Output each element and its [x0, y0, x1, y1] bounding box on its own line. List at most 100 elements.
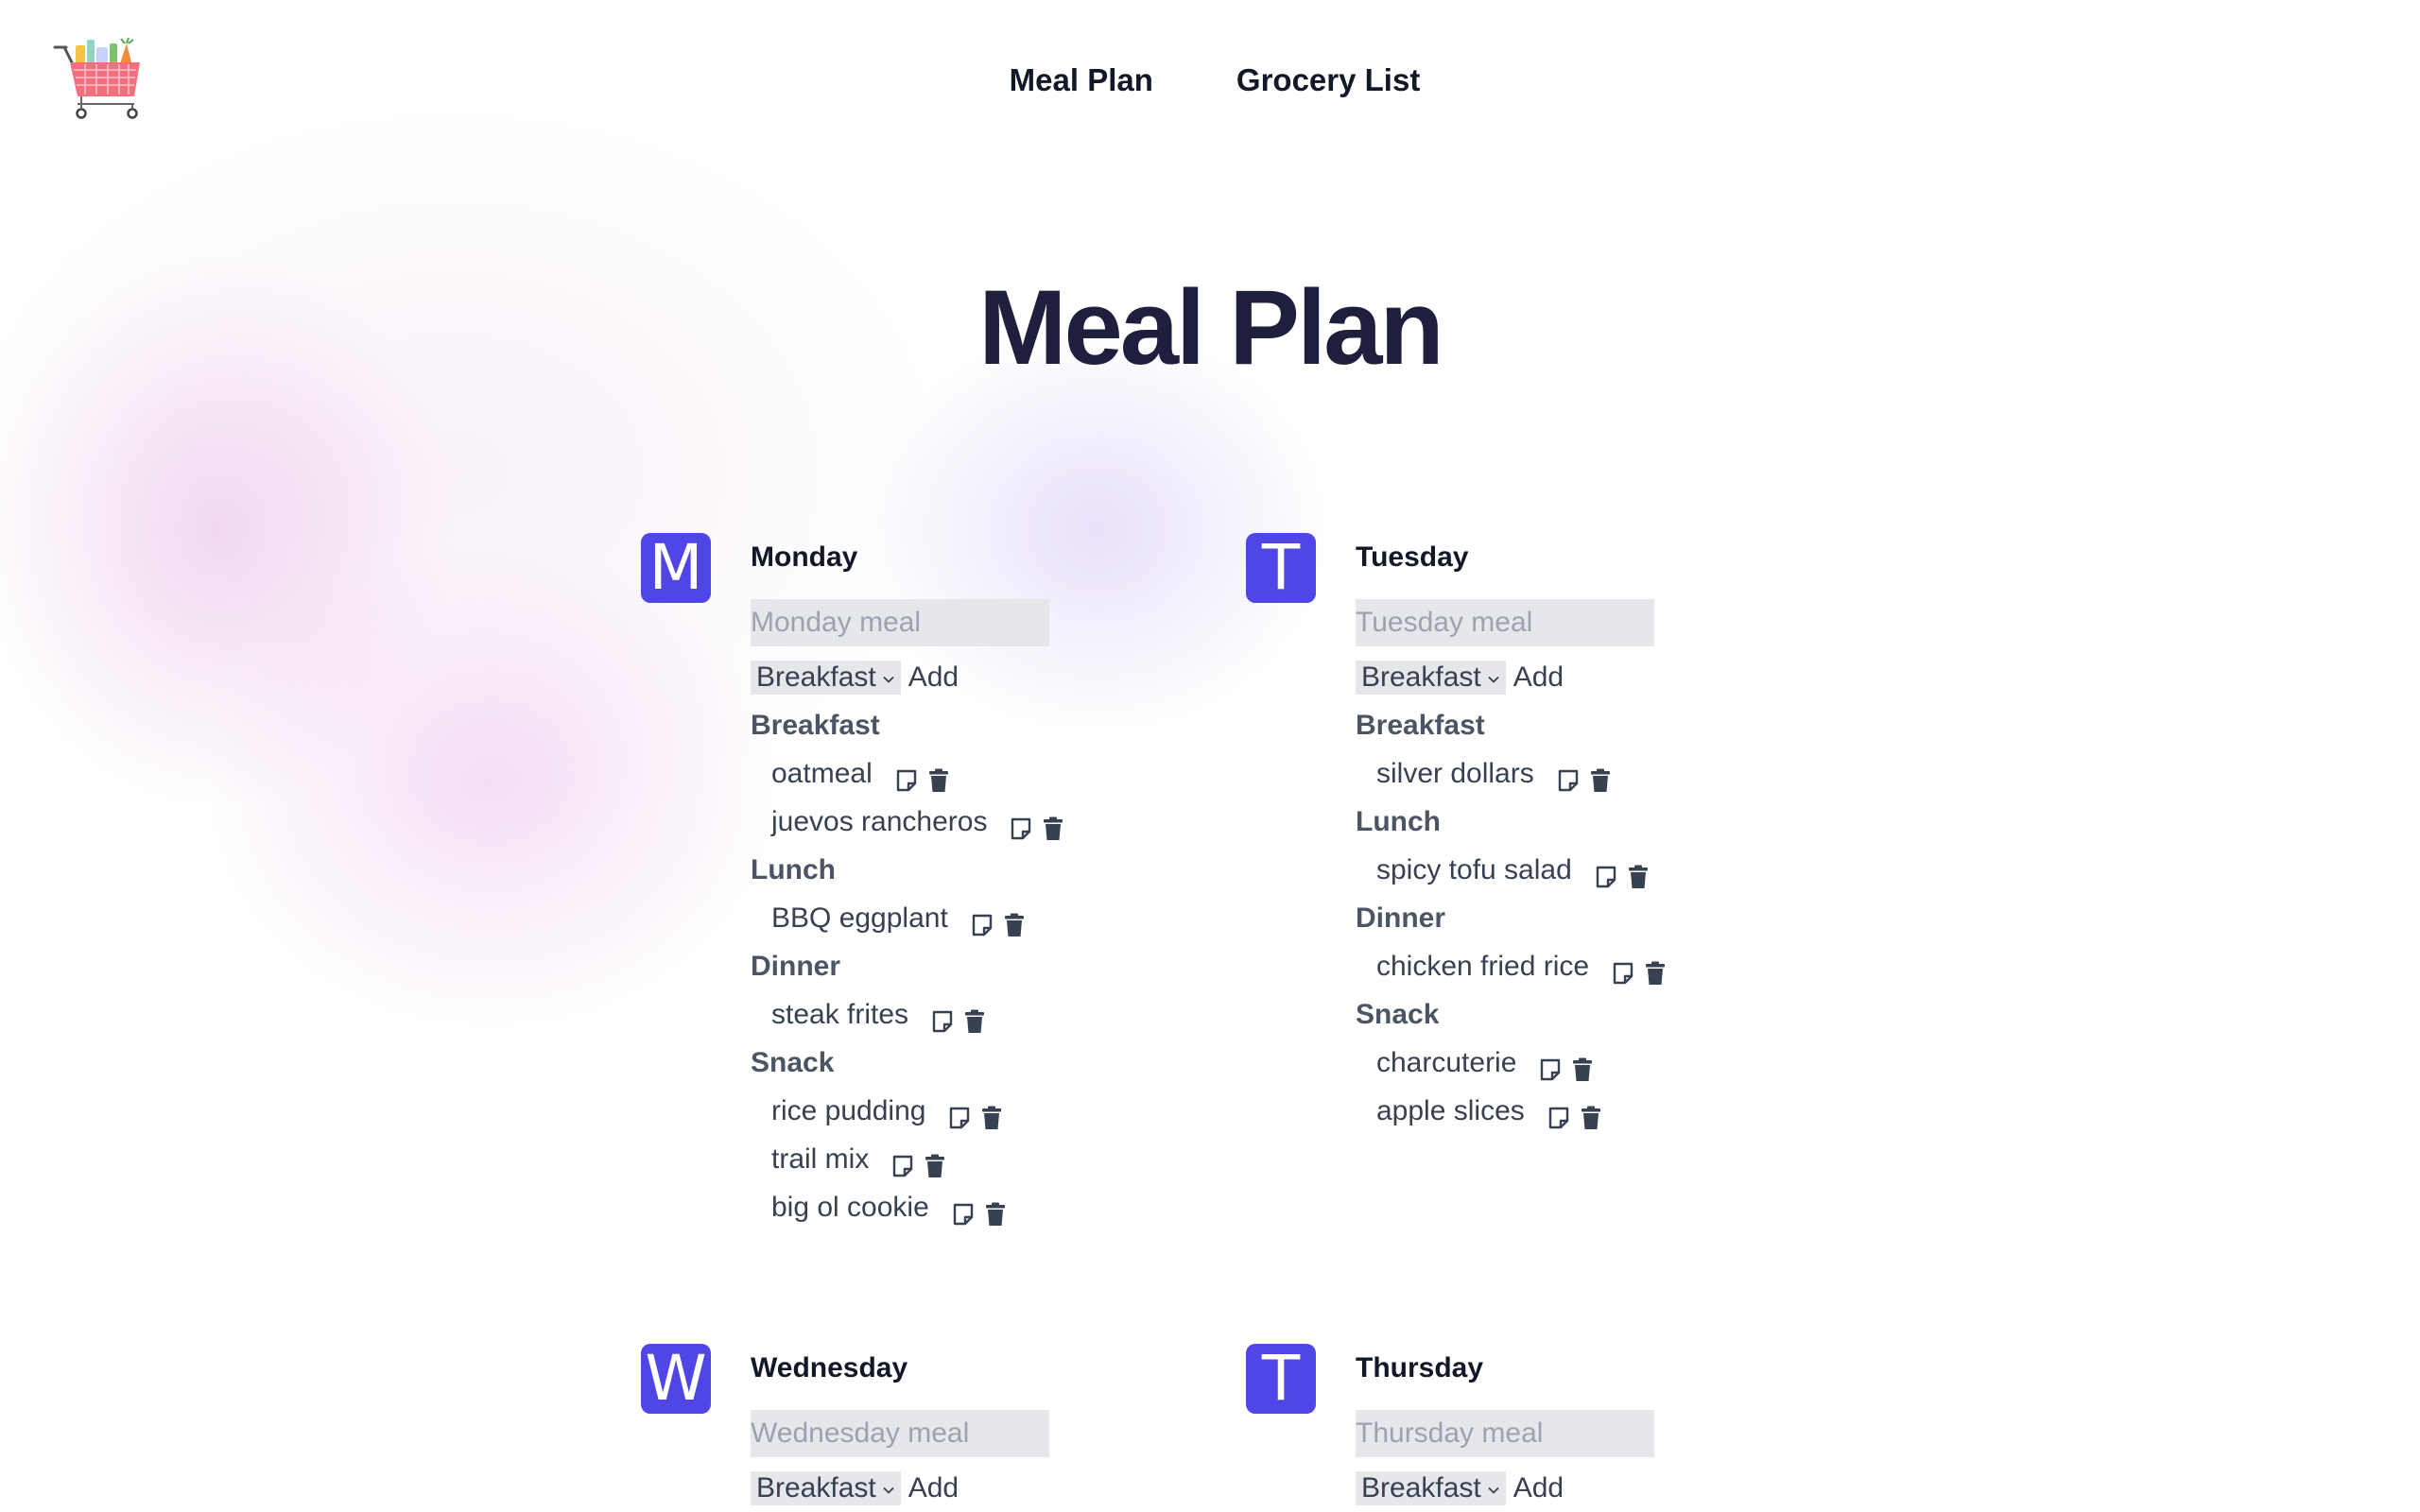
- meal-name-input[interactable]: [751, 599, 1049, 646]
- note-icon[interactable]: [1593, 857, 1619, 887]
- add-meal-button[interactable]: Add: [1513, 662, 1564, 694]
- meal-name-input[interactable]: [1356, 1410, 1654, 1457]
- meal-item-actions: [969, 905, 1028, 936]
- trash-icon[interactable]: [1642, 954, 1668, 985]
- meal-item: apple slices: [1356, 1087, 1809, 1135]
- meal-item-actions: [1610, 954, 1668, 985]
- meal-item-label: BBQ eggplant: [771, 902, 948, 934]
- note-icon[interactable]: [946, 1098, 973, 1128]
- meal-section-title: Dinner: [751, 951, 841, 982]
- meal-type-select-value: Breakfast: [756, 662, 876, 693]
- note-icon[interactable]: [929, 1002, 956, 1032]
- add-meal-button[interactable]: Add: [1513, 1472, 1564, 1504]
- meal-item-label: rice pudding: [771, 1095, 926, 1126]
- trash-icon[interactable]: [1587, 761, 1614, 792]
- page-title: Meal Plan: [978, 268, 1444, 387]
- trash-icon[interactable]: [978, 1098, 1005, 1129]
- meal-item-actions: [893, 761, 952, 792]
- chevron-down-icon: [876, 1472, 895, 1504]
- meal-section-title: Lunch: [1356, 806, 1441, 837]
- meal-type-select[interactable]: Breakfast: [751, 661, 901, 695]
- meal-section-title: Snack: [1356, 999, 1440, 1030]
- meal-type-select[interactable]: Breakfast: [1356, 661, 1506, 695]
- meal-item-label: silver dollars: [1376, 758, 1534, 789]
- meal-item-actions: [1555, 761, 1614, 792]
- day-body: Thursday Breakfast Add: [1356, 1344, 1809, 1512]
- add-meal-button[interactable]: Add: [908, 662, 959, 694]
- meal-type-select[interactable]: Breakfast: [1356, 1471, 1506, 1505]
- add-meal-row: Breakfast Add: [751, 1470, 1204, 1506]
- meal-item-label: apple slices: [1376, 1095, 1525, 1126]
- day-initial-badge: T: [1246, 533, 1316, 603]
- meal-item-actions: [929, 1002, 988, 1033]
- day-body: Wednesday Breakfast Add: [751, 1344, 1204, 1512]
- meal-type-select-value: Breakfast: [756, 1472, 876, 1503]
- meal-item: silver dollars: [1356, 749, 1809, 798]
- meal-section-title: Snack: [751, 1047, 835, 1078]
- nav-meal-plan-link[interactable]: Meal Plan: [1010, 62, 1153, 98]
- note-icon[interactable]: [1546, 1098, 1572, 1128]
- add-meal-button[interactable]: Add: [908, 1472, 959, 1504]
- meal-sections: Breakfast oatmeal juevos rancheros Lunch BBQ…: [751, 701, 1204, 1231]
- trash-icon[interactable]: [1001, 905, 1028, 936]
- meal-item: juevos rancheros: [751, 798, 1204, 846]
- meal-item-label: big ol cookie: [771, 1192, 929, 1223]
- meal-item: chicken fried rice: [1356, 942, 1809, 990]
- meal-item-label: trail mix: [771, 1143, 870, 1175]
- nav-grocery-list-link[interactable]: Grocery List: [1236, 62, 1420, 98]
- day-body: Tuesday Breakfast Add Breakfast silver dolla…: [1356, 533, 1809, 1135]
- trash-icon[interactable]: [982, 1194, 1009, 1226]
- meal-item: steak frites: [751, 990, 1204, 1039]
- trash-icon[interactable]: [1040, 809, 1066, 840]
- meal-item: big ol cookie: [751, 1183, 1204, 1231]
- note-icon[interactable]: [1537, 1050, 1564, 1080]
- chevron-down-icon: [876, 662, 895, 694]
- day-name: Thursday: [1356, 1352, 1484, 1383]
- meal-item-label: steak frites: [771, 999, 909, 1030]
- top-nav: Meal Plan Grocery List: [0, 62, 2420, 98]
- day-name: Tuesday: [1356, 541, 1469, 573]
- note-icon[interactable]: [969, 905, 995, 936]
- meal-item-label: spicy tofu salad: [1376, 854, 1572, 885]
- note-icon[interactable]: [1008, 809, 1034, 839]
- trash-icon[interactable]: [961, 1002, 988, 1033]
- trash-icon[interactable]: [925, 761, 952, 792]
- chevron-down-icon: [1481, 1472, 1500, 1504]
- trash-icon[interactable]: [922, 1146, 948, 1177]
- day-initial-badge: M: [641, 533, 711, 603]
- meal-type-select[interactable]: Breakfast: [751, 1471, 901, 1505]
- note-icon[interactable]: [890, 1146, 916, 1177]
- meal-name-input[interactable]: [1356, 599, 1654, 646]
- trash-icon[interactable]: [1625, 857, 1651, 888]
- note-icon[interactable]: [950, 1194, 977, 1225]
- add-meal-row: Breakfast Add: [751, 660, 1204, 696]
- meal-section-title: Dinner: [1356, 902, 1446, 934]
- day-name: Wednesday: [751, 1352, 908, 1383]
- note-icon[interactable]: [1610, 954, 1636, 984]
- meal-item: oatmeal: [751, 749, 1204, 798]
- day-initial-badge: T: [1246, 1344, 1316, 1414]
- meal-type-select-value: Breakfast: [1361, 1472, 1481, 1503]
- meal-item-label: charcuterie: [1376, 1047, 1517, 1078]
- page: Meal Plan Grocery List Meal Plan M Monday…: [0, 0, 2420, 1512]
- meal-item-label: chicken fried rice: [1376, 951, 1590, 982]
- note-icon[interactable]: [893, 761, 920, 791]
- add-meal-row: Breakfast Add: [1356, 1470, 1809, 1506]
- meal-item-actions: [1546, 1098, 1604, 1129]
- meal-section-title: Breakfast: [1356, 710, 1485, 741]
- day-name: Monday: [751, 541, 858, 573]
- day-initial-badge: W: [641, 1344, 711, 1414]
- meal-item: charcuterie: [1356, 1039, 1809, 1087]
- trash-icon[interactable]: [1569, 1050, 1596, 1081]
- meal-item-actions: [950, 1194, 1009, 1226]
- day-body: Monday Breakfast Add Breakfast oatmeal juevos…: [751, 533, 1204, 1231]
- meal-sections: Breakfast silver dollars Lunch spicy tofu s…: [1356, 701, 1809, 1135]
- meal-item-label: juevos rancheros: [771, 806, 988, 837]
- meal-item-actions: [1008, 809, 1066, 840]
- note-icon[interactable]: [1555, 761, 1582, 791]
- meal-section-title: Breakfast: [751, 710, 880, 741]
- trash-icon[interactable]: [1578, 1098, 1604, 1129]
- meal-item-label: oatmeal: [771, 758, 873, 789]
- meal-name-input[interactable]: [751, 1410, 1049, 1457]
- add-meal-row: Breakfast Add: [1356, 660, 1809, 696]
